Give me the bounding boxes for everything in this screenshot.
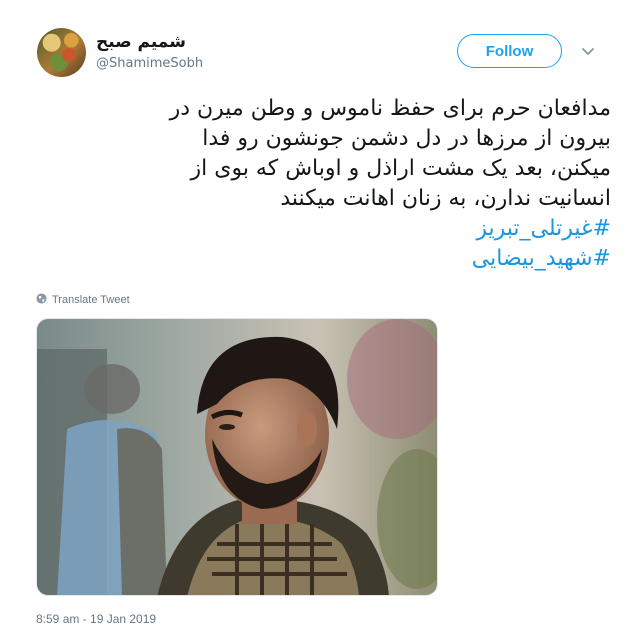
- user-handle[interactable]: @ShamimeSobh: [96, 56, 203, 71]
- hashtag-link[interactable]: #غیرتلی_تبریز: [36, 214, 611, 244]
- tweet-photo[interactable]: [36, 318, 438, 596]
- photo-portrait-man: [37, 319, 437, 595]
- tweet-text-line: بیرون از مرزها در دل دشمن جونشون رو فدا: [202, 126, 611, 151]
- tweet-text-line: میکنن، بعد یک مشت اراذل و اوباش که بوی ا…: [190, 156, 612, 181]
- tweet-timestamp[interactable]: 8:59 am - 19 Jan 2019: [36, 612, 156, 626]
- translate-label: Translate Tweet: [52, 294, 130, 306]
- tweet-text: مدافعان حرم برای حفظ ناموس و وطن میرن در…: [36, 94, 611, 274]
- globe-icon: [36, 293, 47, 307]
- translate-tweet-link[interactable]: Translate Tweet: [36, 292, 130, 308]
- tweet-text-line: انسانیت ندارن، به زنان اهانت میکنند: [280, 186, 611, 211]
- display-name[interactable]: شمیم صبح: [96, 32, 186, 52]
- follow-button[interactable]: Follow: [457, 34, 562, 68]
- avatar[interactable]: [37, 28, 86, 77]
- tweet-card: شمیم صبح @ShamimeSobh Follow مدافعان حرم…: [0, 0, 631, 638]
- chevron-down-icon[interactable]: [582, 46, 594, 58]
- tweet-text-line: مدافعان حرم برای حفظ ناموس و وطن میرن در: [169, 96, 611, 121]
- hashtag-link[interactable]: #شهید_بیضایی: [36, 244, 611, 274]
